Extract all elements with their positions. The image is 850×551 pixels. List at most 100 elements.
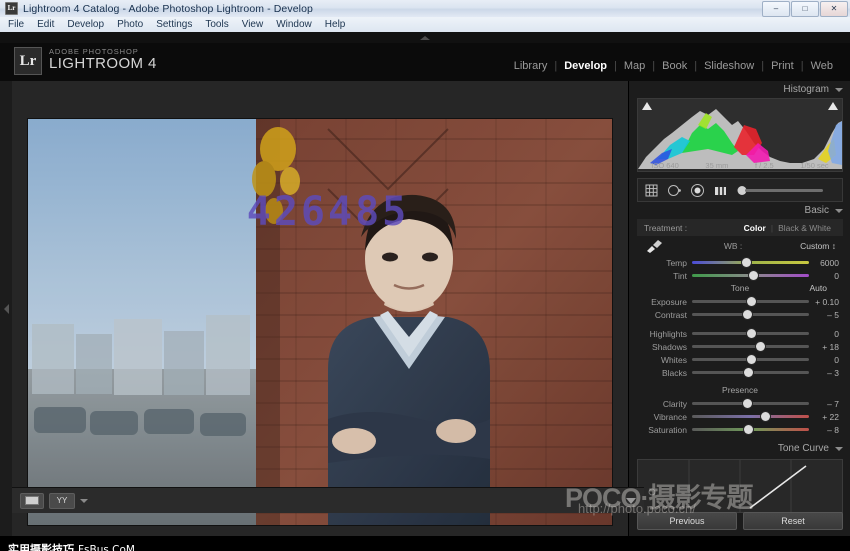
slider-blacks-track[interactable] — [692, 371, 809, 374]
loupe-view-icon[interactable] — [20, 493, 44, 509]
module-book[interactable]: Book — [655, 60, 694, 72]
slider-temp[interactable]: Temp 6000 — [639, 256, 839, 269]
exif-iso: ISO 640 — [651, 161, 679, 170]
slider-vibrance-knob[interactable] — [761, 412, 770, 421]
module-map[interactable]: Map — [617, 60, 652, 72]
histogram-graph[interactable]: ISO 640 35 mm f / 2.5 1/50 sec — [637, 98, 843, 172]
menu-file[interactable]: File — [8, 19, 24, 30]
slider-exposure[interactable]: Exposure + 0.10 — [639, 295, 839, 308]
photo-preview[interactable]: 426485 — [28, 119, 612, 525]
slider-highlights[interactable]: Highlights 0 — [639, 327, 839, 340]
slider-exposure-knob[interactable] — [747, 297, 756, 306]
slider-whites[interactable]: Whites 0 — [639, 353, 839, 366]
toolbar-options-caret-icon[interactable] — [80, 499, 88, 503]
app-icon: Lr — [5, 2, 18, 15]
slider-saturation-track[interactable] — [692, 428, 809, 431]
slider-contrast-track[interactable] — [692, 313, 809, 316]
slider-whites-knob[interactable] — [747, 355, 756, 364]
flag-filter-button[interactable]: YY — [49, 493, 75, 509]
image-stage: 426485 — [12, 81, 628, 536]
slider-tint-knob[interactable] — [749, 271, 758, 280]
slider-whites-track[interactable] — [692, 358, 809, 361]
slider-shadows-knob[interactable] — [756, 342, 765, 351]
reset-button[interactable]: Reset — [743, 512, 843, 530]
slider-temp-value: 6000 — [809, 258, 839, 268]
top-panel-toggle[interactable] — [0, 32, 850, 43]
slider-saturation-label: Saturation — [639, 425, 692, 435]
menu-view[interactable]: View — [242, 19, 264, 30]
menu-window[interactable]: Window — [276, 19, 312, 30]
basic-panel-header[interactable]: Basic — [629, 202, 850, 219]
exif-aperture: f / 2.5 — [755, 161, 774, 170]
minimize-button[interactable]: – — [762, 1, 790, 17]
slider-clarity-knob[interactable] — [743, 399, 752, 408]
slider-blacks-knob[interactable] — [744, 368, 753, 377]
menu-photo[interactable]: Photo — [117, 19, 143, 30]
module-develop[interactable]: Develop — [557, 60, 614, 72]
auto-tone-button[interactable]: Auto — [810, 282, 828, 295]
tone-curve-graph[interactable] — [637, 459, 843, 513]
treatment-bw-option[interactable]: Black & White — [773, 223, 836, 233]
menu-edit[interactable]: Edit — [37, 19, 54, 30]
slider-highlights-knob[interactable] — [747, 329, 756, 338]
slider-whites-value: 0 — [809, 355, 839, 365]
white-balance-selector-icon[interactable] — [644, 238, 666, 254]
app-header: Lr ADOBE PHOTOSHOP LIGHTROOM 4 Library |… — [0, 43, 850, 81]
crop-overlay-icon[interactable] — [644, 183, 659, 198]
slider-saturation-knob[interactable] — [744, 425, 753, 434]
shadow-clipping-indicator[interactable] — [642, 102, 652, 110]
module-print[interactable]: Print — [764, 60, 801, 72]
slider-shadows-track[interactable] — [692, 345, 809, 348]
slider-tint-track[interactable] — [692, 274, 809, 277]
spot-removal-icon[interactable] — [667, 183, 682, 198]
slider-highlights-track[interactable] — [692, 332, 809, 335]
close-icon: ✕ — [831, 5, 838, 13]
slider-blacks-label: Blacks — [639, 368, 692, 378]
slider-clarity[interactable]: Clarity – 7 — [639, 397, 839, 410]
slider-tint[interactable]: Tint 0 — [639, 269, 839, 282]
slider-vibrance-track[interactable] — [692, 415, 809, 418]
graduated-filter-icon[interactable] — [713, 183, 728, 198]
red-eye-icon[interactable] — [690, 183, 705, 198]
menu-develop[interactable]: Develop — [67, 19, 104, 30]
toolbar-collapse-icon[interactable] — [626, 498, 636, 504]
menu-help[interactable]: Help — [325, 19, 346, 30]
module-library[interactable]: Library — [507, 60, 555, 72]
slider-exposure-track[interactable] — [692, 300, 809, 303]
site-credit-en: FsBus.CoM — [78, 544, 135, 551]
develop-tool-strip — [637, 178, 843, 202]
slider-contrast-value: – 5 — [809, 310, 839, 320]
treatment-color-option[interactable]: Color — [739, 223, 771, 233]
histogram-panel-header[interactable]: Histogram — [629, 81, 850, 98]
module-slideshow[interactable]: Slideshow — [697, 60, 761, 72]
window-titlebar: Lr Lightroom 4 Catalog - Adobe Photoshop… — [0, 0, 850, 18]
lightroom-badge-icon: Lr — [14, 47, 42, 75]
previous-button[interactable]: Previous — [637, 512, 737, 530]
menu-tools[interactable]: Tools — [205, 19, 228, 30]
app-logo: Lr ADOBE PHOTOSHOP LIGHTROOM 4 — [14, 47, 157, 75]
slider-vibrance[interactable]: Vibrance + 22 — [639, 410, 839, 423]
wb-preset-value[interactable]: Custom ↕ — [800, 241, 836, 251]
slider-saturation[interactable]: Saturation – 8 — [639, 423, 839, 436]
slider-shadows[interactable]: Shadows + 18 — [639, 340, 839, 353]
tone-curve-panel-header[interactable]: Tone Curve — [629, 440, 850, 457]
highlight-clipping-indicator[interactable] — [828, 102, 838, 110]
main-content: 426485 Histogram — [0, 81, 850, 536]
brand-line-product: LIGHTROOM 4 — [49, 56, 157, 72]
slider-shadows-value: + 18 — [809, 342, 839, 352]
module-web[interactable]: Web — [804, 60, 840, 72]
slider-blacks-value: – 3 — [809, 368, 839, 378]
chevron-left-icon — [4, 304, 9, 314]
slider-temp-track[interactable] — [692, 261, 809, 264]
tone-curve-title: Tone Curve — [778, 443, 829, 454]
close-button[interactable]: ✕ — [820, 1, 848, 17]
slider-blacks[interactable]: Blacks – 3 — [639, 366, 839, 379]
slider-clarity-track[interactable] — [692, 402, 809, 405]
slider-contrast-knob[interactable] — [743, 310, 752, 319]
slider-vibrance-value: + 22 — [809, 412, 839, 422]
slider-temp-knob[interactable] — [742, 258, 751, 267]
maximize-button[interactable]: □ — [791, 1, 819, 17]
adjustment-brush-icon[interactable] — [736, 183, 836, 198]
slider-contrast[interactable]: Contrast – 5 — [639, 308, 839, 321]
menu-settings[interactable]: Settings — [156, 19, 192, 30]
